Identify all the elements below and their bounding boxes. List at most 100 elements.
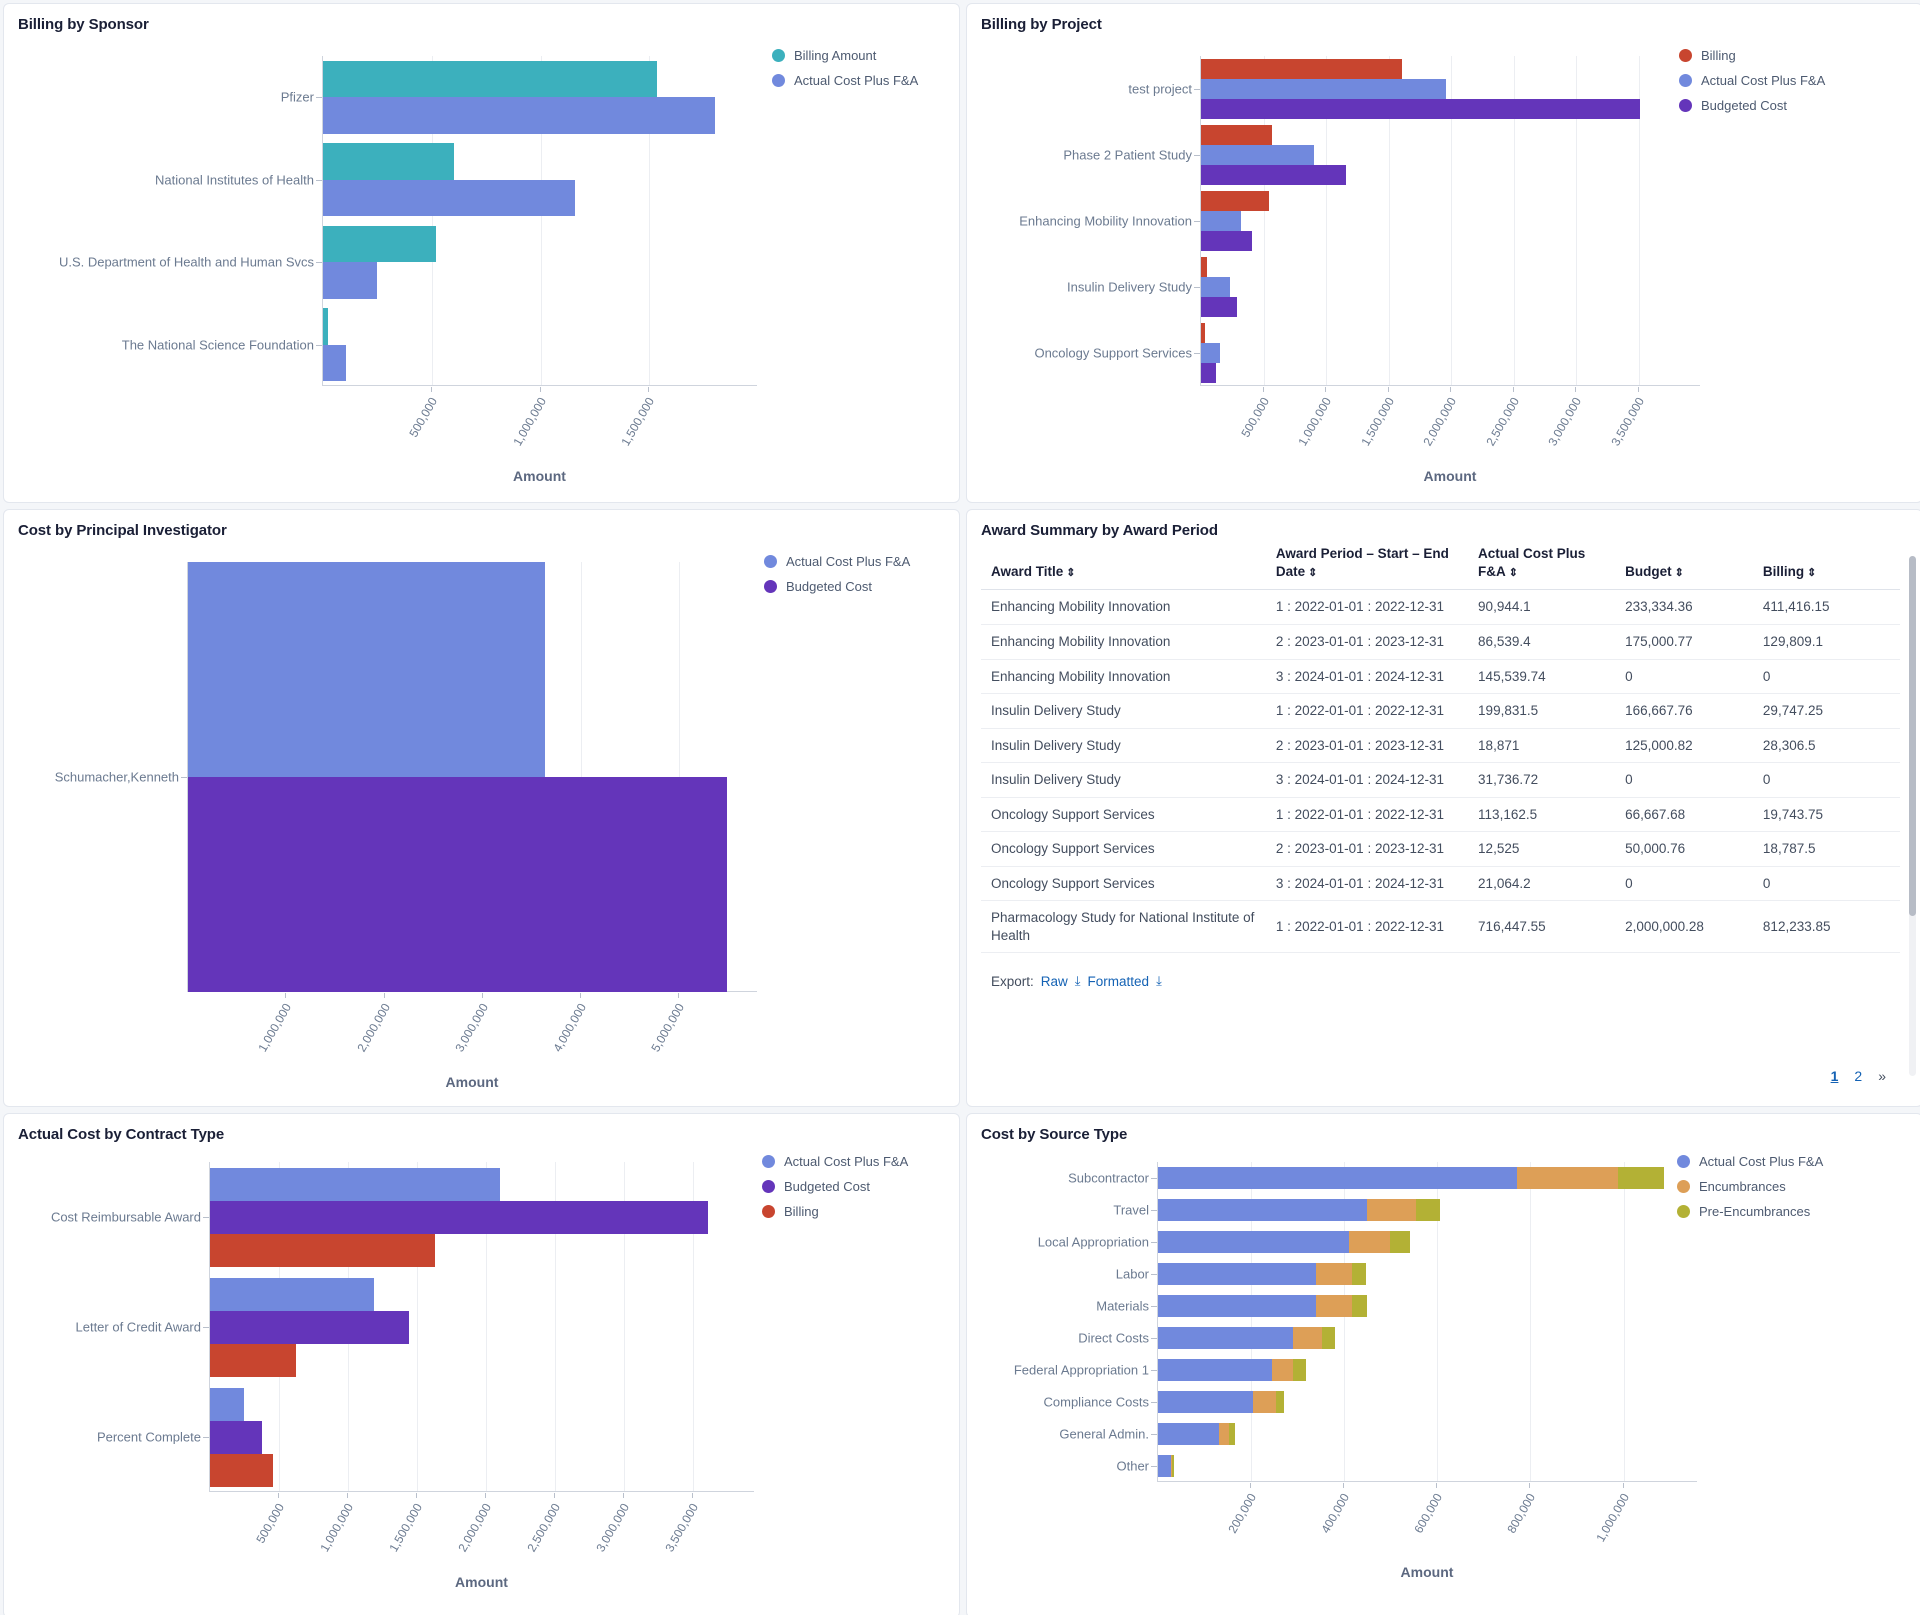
bar-subcontractor-encumbrances[interactable] — [1517, 1166, 1618, 1190]
bar-other-actual-cost-plus-f-a[interactable] — [1158, 1454, 1171, 1478]
bar-compliance-costs-encumbrances[interactable] — [1253, 1390, 1276, 1414]
sort-arrows-icon[interactable]: ⇕ — [1509, 567, 1518, 579]
column-header-award-period-start-end-date[interactable]: Award Period – Start – End Date ⇕ — [1265, 539, 1469, 591]
sort-arrows-icon[interactable]: ⇕ — [1807, 567, 1816, 579]
legend-item-billing[interactable]: Billing — [762, 1204, 908, 1219]
bar-phase-2-patient-study-actual-cost-plus-f-a[interactable] — [1201, 145, 1315, 165]
bar-pfizer-actual-cost-plus-f-a[interactable] — [323, 97, 715, 134]
page-link-2[interactable]: 2 — [1854, 1068, 1862, 1084]
legend-item-billing-amount[interactable]: Billing Amount — [772, 48, 918, 63]
bar-subcontractor-pre-encumbrances[interactable] — [1617, 1166, 1664, 1190]
table-row[interactable]: Oncology Support Services 1 : 2022-01-01 … — [981, 797, 1900, 833]
table-row[interactable]: Oncology Support Services 2 : 2023-01-01 … — [981, 831, 1900, 867]
bar-cost-reimbursable-award-billing[interactable] — [210, 1233, 435, 1267]
bar-compliance-costs-pre-encumbrances[interactable] — [1275, 1390, 1285, 1414]
export-raw-link[interactable]: Raw — [1041, 974, 1068, 989]
bar-the-national-science-foundation-billing-amount[interactable] — [323, 308, 328, 345]
legend-item-budgeted-cost[interactable]: Budgeted Cost — [764, 579, 910, 594]
column-header-budget[interactable]: Budget ⇕ — [1615, 539, 1753, 591]
table-row[interactable]: Insulin Delivery Study 2 : 2023-01-01 : 2… — [981, 728, 1900, 764]
bar-materials-pre-encumbrances[interactable] — [1351, 1294, 1367, 1318]
legend-item-encumbrances[interactable]: Encumbrances — [1677, 1179, 1823, 1194]
bar-percent-complete-billing[interactable] — [210, 1453, 274, 1487]
bar-schumacher-kenneth-actual-cost-plus-f-a[interactable] — [188, 562, 545, 777]
bar-labor-actual-cost-plus-f-a[interactable] — [1158, 1262, 1317, 1286]
bar-the-national-science-foundation-actual-cost-plus-f-a[interactable] — [323, 344, 347, 382]
bar-travel-pre-encumbrances[interactable] — [1415, 1198, 1441, 1222]
bar-insulin-delivery-study-actual-cost-plus-f-a[interactable] — [1201, 277, 1230, 297]
column-header-award-title[interactable]: Award Title ⇕ — [981, 539, 1266, 591]
bar-local-appropriation-actual-cost-plus-f-a[interactable] — [1158, 1230, 1349, 1254]
legend-item-billing[interactable]: Billing — [1679, 48, 1825, 63]
bar-other-pre-encumbrances[interactable] — [1172, 1454, 1174, 1478]
bar-letter-of-credit-award-budgeted-cost[interactable] — [210, 1310, 409, 1344]
bar-federal-appropriation-1-actual-cost-plus-f-a[interactable] — [1158, 1358, 1273, 1382]
export-formatted-link[interactable]: Formatted — [1088, 974, 1150, 989]
legend-item-actual-cost-plus-f-a[interactable]: Actual Cost Plus F&A — [1679, 73, 1825, 88]
bar-enhancing-mobility-innovation-billing[interactable] — [1201, 191, 1269, 212]
bar-test-project-billing[interactable] — [1201, 59, 1403, 80]
sort-arrows-icon[interactable]: ⇕ — [1675, 567, 1684, 579]
legend-item-pre-encumbrances[interactable]: Pre-Encumbrances — [1677, 1204, 1823, 1219]
bar-test-project-budgeted-cost[interactable] — [1201, 98, 1640, 119]
column-header-billing[interactable]: Billing ⇕ — [1752, 539, 1900, 591]
bar-percent-complete-budgeted-cost[interactable] — [210, 1420, 263, 1454]
bar-national-institutes-of-health-billing-amount[interactable] — [323, 143, 455, 180]
table-row[interactable]: Oncology Support Services 3 : 2024-01-01 … — [981, 866, 1900, 902]
bar-travel-actual-cost-plus-f-a[interactable] — [1158, 1198, 1368, 1222]
bar-labor-pre-encumbrances[interactable] — [1351, 1262, 1366, 1286]
table-row[interactable]: Insulin Delivery Study 1 : 2022-01-01 : 2… — [981, 693, 1900, 729]
bar-phase-2-patient-study-budgeted-cost[interactable] — [1201, 164, 1346, 185]
bar-compliance-costs-actual-cost-plus-f-a[interactable] — [1158, 1390, 1254, 1414]
bar-direct-costs-actual-cost-plus-f-a[interactable] — [1158, 1326, 1293, 1350]
legend-item-actual-cost-plus-f-a[interactable]: Actual Cost Plus F&A — [1677, 1154, 1823, 1169]
bar-travel-encumbrances[interactable] — [1367, 1198, 1416, 1222]
bar-labor-encumbrances[interactable] — [1316, 1262, 1352, 1286]
bar-enhancing-mobility-innovation-budgeted-cost[interactable] — [1201, 230, 1253, 251]
bar-general-admin-actual-cost-plus-f-a[interactable] — [1158, 1422, 1219, 1446]
table-scrollbar[interactable] — [1909, 556, 1916, 1076]
bar-national-institutes-of-health-actual-cost-plus-f-a[interactable] — [323, 179, 576, 217]
page-link-1[interactable]: 1 — [1831, 1068, 1839, 1084]
legend-item-actual-cost-plus-f-a[interactable]: Actual Cost Plus F&A — [762, 1154, 908, 1169]
bar-cost-reimbursable-award-budgeted-cost[interactable] — [210, 1200, 709, 1234]
table-row[interactable]: Enhancing Mobility Innovation 3 : 2024-01… — [981, 659, 1900, 695]
bar-federal-appropriation-1-encumbrances[interactable] — [1272, 1358, 1294, 1382]
table-row[interactable]: Pharmacology Study for National Institut… — [981, 900, 1900, 954]
bar-oncology-support-services-actual-cost-plus-f-a[interactable] — [1201, 343, 1220, 363]
bar-direct-costs-pre-encumbrances[interactable] — [1321, 1326, 1335, 1350]
bar-oncology-support-services-billing[interactable] — [1201, 323, 1205, 344]
legend-item-actual-cost-plus-f-a[interactable]: Actual Cost Plus F&A — [764, 554, 910, 569]
bar-local-appropriation-encumbrances[interactable] — [1348, 1230, 1390, 1254]
bar-test-project-actual-cost-plus-f-a[interactable] — [1201, 79, 1446, 99]
bar-letter-of-credit-award-billing[interactable] — [210, 1343, 296, 1377]
bar-subcontractor-actual-cost-plus-f-a[interactable] — [1158, 1166, 1518, 1190]
bar-cost-reimbursable-award-actual-cost-plus-f-a[interactable] — [210, 1167, 500, 1201]
bar-local-appropriation-pre-encumbrances[interactable] — [1389, 1230, 1411, 1254]
bar-materials-encumbrances[interactable] — [1316, 1294, 1352, 1318]
sort-arrows-icon[interactable]: ⇕ — [1066, 567, 1075, 579]
next-page-icon[interactable]: » — [1878, 1068, 1886, 1084]
bar-insulin-delivery-study-billing[interactable] — [1201, 257, 1207, 278]
bar-u-s-department-of-health-and-human-svcs-actual-cost-plus-f-a[interactable] — [323, 262, 378, 299]
sort-arrows-icon[interactable]: ⇕ — [1308, 567, 1317, 579]
scrollbar-thumb[interactable] — [1909, 556, 1916, 916]
bar-general-admin-pre-encumbrances[interactable] — [1228, 1422, 1236, 1446]
bar-oncology-support-services-budgeted-cost[interactable] — [1201, 362, 1216, 383]
bar-u-s-department-of-health-and-human-svcs-billing-amount[interactable] — [323, 225, 436, 263]
bar-enhancing-mobility-innovation-actual-cost-plus-f-a[interactable] — [1201, 211, 1241, 231]
table-row[interactable]: Insulin Delivery Study 3 : 2024-01-01 : 2… — [981, 762, 1900, 798]
bar-general-admin-encumbrances[interactable] — [1218, 1422, 1229, 1446]
bar-direct-costs-encumbrances[interactable] — [1293, 1326, 1322, 1350]
bar-materials-actual-cost-plus-f-a[interactable] — [1158, 1294, 1317, 1318]
table-row[interactable]: Enhancing Mobility Innovation 2 : 2023-01… — [981, 624, 1900, 660]
column-header-actual-cost-plus-f-a[interactable]: Actual Cost Plus F&A ⇕ — [1468, 539, 1616, 591]
legend-item-budgeted-cost[interactable]: Budgeted Cost — [1679, 98, 1825, 113]
bar-schumacher-kenneth-budgeted-cost[interactable] — [188, 777, 727, 992]
bar-insulin-delivery-study-budgeted-cost[interactable] — [1201, 296, 1238, 317]
bar-federal-appropriation-1-pre-encumbrances[interactable] — [1293, 1358, 1306, 1382]
table-row[interactable]: Enhancing Mobility Innovation 1 : 2022-01… — [981, 589, 1900, 625]
legend-item-actual-cost-plus-f-a[interactable]: Actual Cost Plus F&A — [772, 73, 918, 88]
bar-percent-complete-actual-cost-plus-f-a[interactable] — [210, 1387, 244, 1421]
bar-phase-2-patient-study-billing[interactable] — [1201, 125, 1272, 146]
